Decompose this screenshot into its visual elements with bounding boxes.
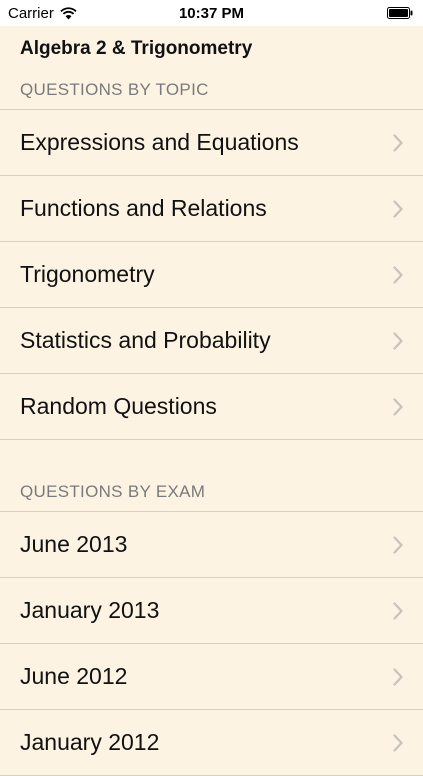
list-item-january-2012[interactable]: January 2012: [0, 710, 423, 776]
list-item-june-2013[interactable]: June 2013: [0, 512, 423, 578]
chevron-right-icon: [393, 133, 403, 152]
chevron-right-icon: [393, 535, 403, 554]
list-item-label: Expressions and Equations: [20, 129, 299, 155]
chevron-right-icon: [393, 331, 403, 350]
list-item-label: January 2012: [20, 729, 160, 755]
list-item-label: June 2012: [20, 663, 128, 689]
list-item-label: Functions and Relations: [20, 195, 267, 221]
exam-list: June 2013 January 2013 June 2012 January…: [0, 511, 423, 776]
list-item-june-2012[interactable]: June 2012: [0, 644, 423, 710]
chevron-right-icon: [393, 199, 403, 218]
topic-list: Expressions and Equations Functions and …: [0, 109, 423, 440]
list-item-functions-relations[interactable]: Functions and Relations: [0, 176, 423, 242]
list-item-random-questions[interactable]: Random Questions: [0, 374, 423, 440]
list-item-label: January 2013: [20, 597, 160, 623]
list-item-label: Random Questions: [20, 393, 217, 419]
status-time: 10:37 PM: [178, 5, 245, 22]
list-item-trigonometry[interactable]: Trigonometry: [0, 242, 423, 308]
section-header-topic: QUESTIONS BY TOPIC: [20, 80, 209, 99]
list-item-january-2013[interactable]: January 2013: [0, 578, 423, 644]
section-header-exam: QUESTIONS BY EXAM: [20, 482, 206, 501]
list-item-expressions-equations[interactable]: Expressions and Equations: [0, 110, 423, 176]
chevron-right-icon: [393, 265, 403, 284]
page-title: Algebra 2 & Trigonometry: [20, 38, 253, 59]
chevron-right-icon: [393, 667, 403, 686]
chevron-right-icon: [393, 733, 403, 752]
list-item-statistics-probability[interactable]: Statistics and Probability: [0, 308, 423, 374]
battery-icon: [387, 7, 413, 19]
status-bar: Carrier 10:37 PM: [0, 0, 423, 26]
list-item-label: Statistics and Probability: [20, 327, 271, 353]
list-item-label: June 2013: [20, 531, 128, 557]
chevron-right-icon: [393, 601, 403, 620]
list-item-label: Trigonometry: [20, 261, 155, 287]
chevron-right-icon: [393, 397, 403, 416]
